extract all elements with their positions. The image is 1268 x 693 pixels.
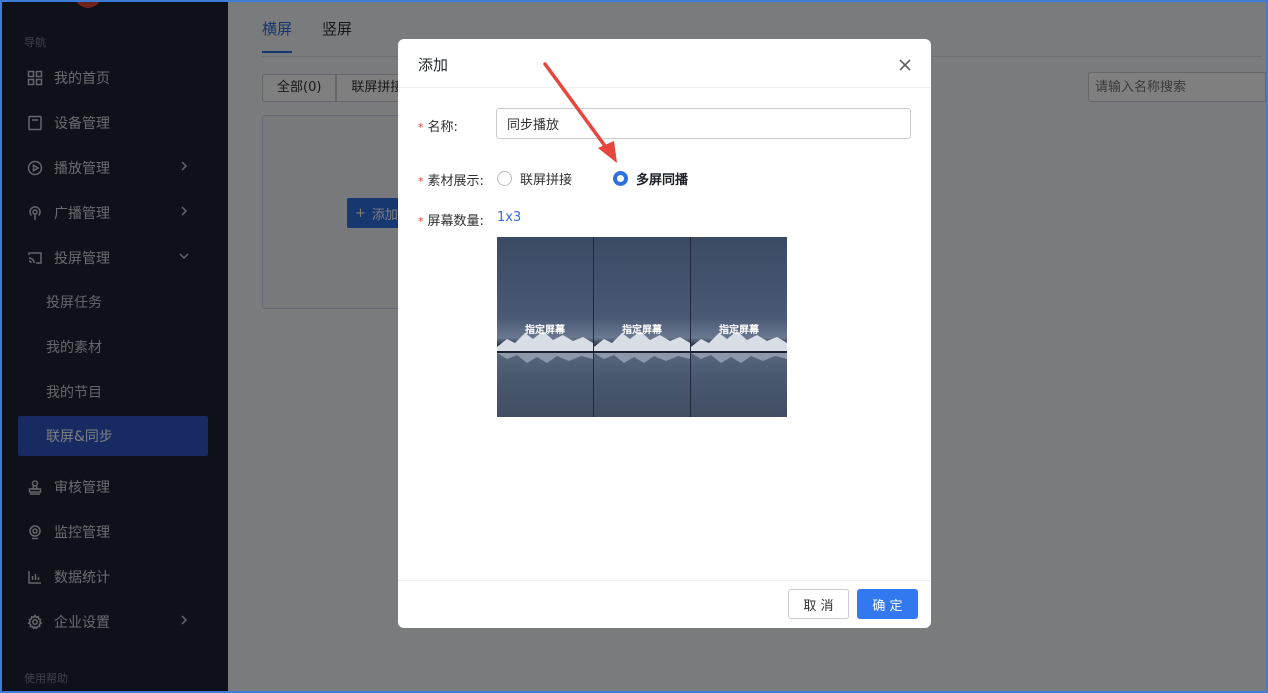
preview-panel: 指定屏幕 [691,237,787,417]
screen-preview: 指定屏幕 指定屏幕 指定屏幕 [497,237,787,417]
preview-panel: 指定屏幕 [594,237,691,417]
dialog-title: 添加 [418,56,449,74]
screen-count-value[interactable]: 1x3 [497,210,521,225]
required-mark: * [418,175,424,188]
name-label: * 名称: [418,120,458,135]
confirm-button[interactable]: 确 定 [857,589,918,619]
screen-count-label: * 屏幕数量: [418,214,484,229]
radio-label: 联屏拼接 [520,173,573,188]
radio-label: 多屏同播 [636,173,689,188]
dialog-footer-divider [398,580,931,581]
material-label: * 素材展示: [418,174,484,189]
radio-circle [497,171,512,186]
radio-splice[interactable]: 联屏拼接 [497,169,572,188]
required-mark: * [418,215,424,228]
cancel-button[interactable]: 取 消 [788,589,849,619]
preview-panel: 指定屏幕 [497,237,594,417]
name-field[interactable] [496,108,911,139]
required-mark: * [418,121,424,134]
dialog-header-divider [398,87,931,88]
close-icon[interactable] [897,57,913,73]
preview-panel-label: 指定屏幕 [525,325,565,336]
radio-circle [613,171,628,186]
radio-multi-sync[interactable]: 多屏同播 [613,169,688,188]
preview-panel-label: 指定屏幕 [622,325,662,336]
add-dialog: 添加 *名称: *素材展示: 联屏拼接 多屏同播 *屏幕数量: 1x3 指定屏幕… [398,39,931,628]
preview-panel-label: 指定屏幕 [719,325,759,336]
